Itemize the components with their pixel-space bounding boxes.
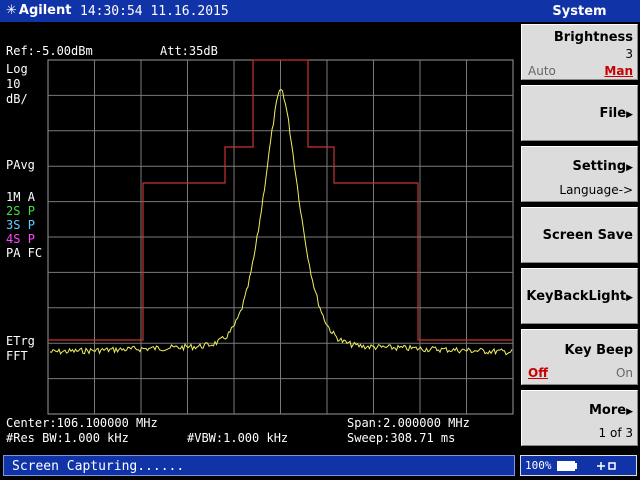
brand-name: Agilent [18,3,72,18]
battery-percent: 100% [525,459,552,472]
submenu-arrow-icon: ▶ [626,407,633,417]
spectrum-plot [47,59,514,415]
attenuation: Att:35dB [160,44,218,58]
brightness-label: Brightness [553,30,633,45]
setting-softkey[interactable]: Setting▶ Language-> [521,146,638,202]
graticule-lines [48,60,513,414]
trace-list: 1M A 2S P 3S P 4S P PA FC [6,190,42,260]
setting-label: Setting [572,159,627,174]
vbw: #VBW:1.000 kHz [187,431,289,445]
submenu-arrow-icon: ▶ [626,163,633,173]
scale-type: Log [6,62,28,76]
key-beep-off-option: Off [528,366,548,380]
brightness-man-option: Man [604,64,633,78]
sweep-time: Sweep:308.71 ms [347,431,456,445]
avg-mode: PAvg [6,158,35,172]
menu-title: System [552,4,607,19]
trace-3-status: 3S P [6,218,35,232]
res-bw: #Res BW:1.000 kHz [6,431,129,445]
submenu-arrow-icon: ▶ [626,293,633,303]
file-label: File [599,106,627,121]
scale-value: 10 [6,77,21,91]
more-softkey[interactable]: More▶ 1 of 3 [521,390,638,446]
brightness-auto-option: Auto [528,64,556,78]
softkey-panel: Brightness 3 Auto Man File▶ Setting▶ Lan… [519,22,640,450]
pa-fc-status: PA FC [6,246,43,260]
brand-logo: ✳ Agilent [6,3,71,18]
fft-status: FFT [6,349,28,363]
screen-save-label: Screen Save [542,228,633,243]
key-beep-on-option: On [615,366,633,380]
spectrum-display: Ref:-5.00dBm Att:35dB Log 10 dB/ PAvg 1M… [0,22,517,450]
trace-2-status: 2S P [6,204,35,218]
trace-4-status: 4S P [6,232,35,246]
center-frequency: Center:106.100000 MHz [6,416,158,430]
language-sublabel: Language-> [559,183,633,197]
key-beep-softkey[interactable]: Key Beep Off On [521,329,638,385]
screen-save-softkey[interactable]: Screen Save [521,207,638,263]
status-message: Screen Capturing...... [3,455,515,476]
keybacklight-softkey[interactable]: KeyBackLight▶ [521,268,638,324]
file-softkey[interactable]: File▶ [521,85,638,141]
brightness-value: 3 [625,47,633,61]
more-label: More [588,403,627,418]
brightness-softkey[interactable]: Brightness 3 Auto Man [521,24,638,80]
page-indicator: 1 of 3 [598,426,633,440]
agilent-spark-icon: ✳ [6,3,17,18]
scale-unit: dB/ [6,92,28,106]
battery-indicator: 100% [520,455,637,476]
trace-1-status: 1M A [6,190,35,204]
trigger-status: ETrg [6,334,35,348]
submenu-arrow-icon: ▶ [626,110,633,120]
key-beep-label: Key Beep [564,343,633,358]
ref-level: Ref:-5.00dBm [6,44,93,58]
keybacklight-label: KeyBackLight [526,289,627,304]
battery-icon [557,461,616,471]
date-time: 14:30:54 11.16.2015 [80,4,229,19]
top-bar: ✳ Agilent 14:30:54 11.16.2015 System [0,0,640,22]
span: Span:2.000000 MHz [347,416,470,430]
status-bar: Screen Capturing...... 100% [0,450,640,480]
